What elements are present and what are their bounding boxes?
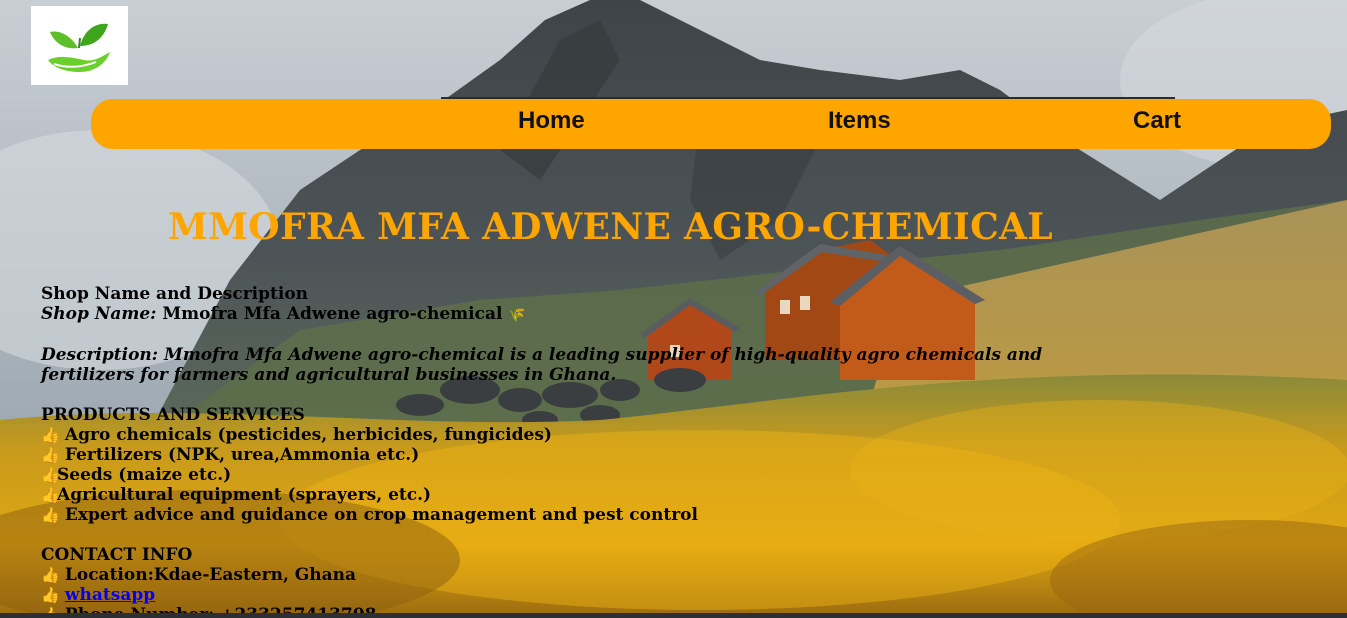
section-heading-description: Shop Name and Description [41,284,309,304]
location-line: 👍 Location:Kdae-Eastern, Ghana [41,565,357,585]
thumbs-up-icon: 👍 [41,466,60,484]
whatsapp-link[interactable]: whatsapp [65,585,155,605]
shop-name-value: Mmofra Mfa Adwene agro-chemical [156,304,509,324]
thumbs-up-icon: 👍 [41,586,60,604]
bottom-bar [0,613,1347,618]
product-item: 👍 Expert advice and guidance on crop man… [41,505,698,525]
thumbs-up-icon: 👍 [41,486,60,504]
description-line: Description: Mmofra Mfa Adwene agro-chem… [41,345,1121,385]
logo[interactable] [31,6,128,85]
product-item: 👍 Agro chemicals (pesticides, herbicides… [41,425,552,445]
product-item: 👍Agricultural equipment (sprayers, etc.) [41,485,432,505]
contact-heading: CONTACT INFO [41,545,193,565]
nav-items-link[interactable]: Items [828,99,891,149]
thumbs-up-icon: 👍 [41,446,60,464]
thumbs-up-icon: 👍 [41,566,60,584]
shop-content: Shop Name and Description Shop Name: Mmo… [41,284,1121,618]
nav-home-link[interactable]: Home [518,99,585,149]
shop-name-label: Shop Name: [41,304,157,324]
whatsapp-line: 👍 whatsapp [41,585,1121,605]
thumbs-up-icon: 👍 [41,506,60,524]
navbar: Home Items Cart [91,99,1331,149]
products-heading: PRODUCTS AND SERVICES [41,405,305,425]
thumbs-up-icon: 👍 [41,426,60,444]
description-text: Mmofra Mfa Adwene agro-chemical is a lea… [41,345,1043,385]
shop-name-line: Shop Name: Mmofra Mfa Adwene agro-chemic… [41,304,1121,325]
nav-cart-link[interactable]: Cart [1133,99,1181,149]
product-item: 👍Seeds (maize etc.) [41,465,232,485]
product-item: 👍 Fertilizers (NPK, urea,Ammonia etc.) [41,445,420,465]
wheat-icon: 🌾 [508,307,526,323]
leaf-hand-logo-icon [47,23,110,72]
shop-title: MMOFRA MFA ADWENE AGRO-CHEMICAL [168,206,1053,248]
description-label: Description: [41,345,159,365]
